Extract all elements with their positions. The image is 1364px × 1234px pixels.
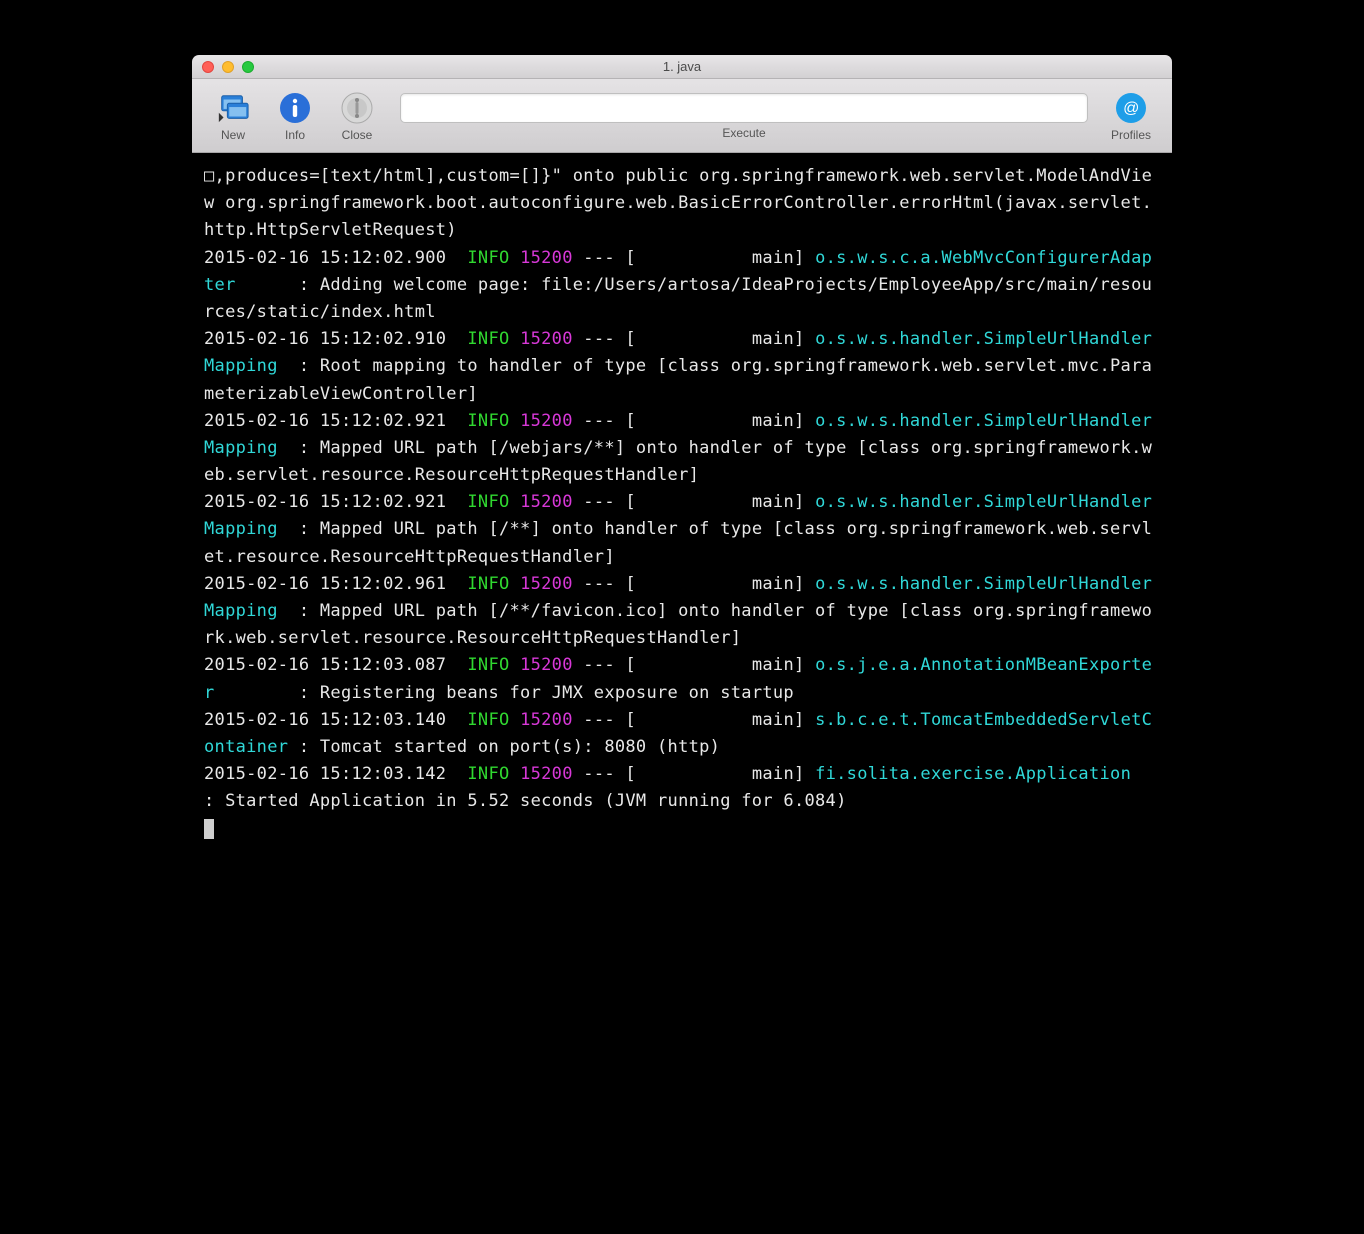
titlebar[interactable]: 1. java [192,55,1172,79]
log-fragment [510,710,521,730]
log-fragment: INFO [467,710,509,730]
traffic-lights [202,61,254,73]
window-maximize-button[interactable] [242,61,254,73]
log-fragment: --- [ main] [573,411,815,431]
log-fragment: : Mapped URL path [/**] onto handler of … [204,519,1152,566]
window-close-button[interactable] [202,61,214,73]
execute-label: Execute [400,126,1088,140]
log-fragment [510,764,521,784]
window-minimize-button[interactable] [222,61,234,73]
log-fragment: □,produces=[text/html],custom=[]}" onto … [204,166,1152,240]
log-fragment [510,492,521,512]
log-fragment: INFO [467,248,509,268]
profiles-button[interactable]: @ Profiles [1104,91,1158,142]
log-fragment [510,411,521,431]
log-fragment [510,655,521,675]
log-fragment: 15200 [520,710,573,730]
log-fragment: : Registering beans for JMX exposure on … [288,683,794,703]
info-icon [278,91,312,125]
log-fragment: 2015-02-16 15:12:02.910 [204,329,467,349]
info-button[interactable]: Info [268,91,322,142]
log-fragment: : Root mapping to handler of type [class… [204,356,1152,403]
log-fragment: --- [ main] [573,248,815,268]
log-fragment: 2015-02-16 15:12:03.087 [204,655,467,675]
log-fragment: INFO [467,764,509,784]
log-fragment: : Adding welcome page: file:/Users/artos… [204,275,1152,322]
log-fragment: INFO [467,411,509,431]
new-label: New [221,128,245,142]
log-fragment: 15200 [520,655,573,675]
toolbar: New Info Close [192,79,1172,153]
profiles-label: Profiles [1111,128,1151,142]
log-fragment: 2015-02-16 15:12:02.921 [204,492,467,512]
log-fragment: 2015-02-16 15:12:03.142 [204,764,467,784]
log-fragment: 2015-02-16 15:12:02.961 [204,574,467,594]
terminal-window: 1. java New I [192,55,1172,923]
terminal-output[interactable]: □,produces=[text/html],custom=[]}" onto … [192,153,1172,923]
log-fragment: 15200 [520,248,573,268]
log-fragment: fi.solita.exercise.Application [815,764,1172,784]
log-fragment: INFO [467,655,509,675]
log-fragment: --- [ main] [573,710,815,730]
new-window-icon [216,91,250,125]
log-fragment: 2015-02-16 15:12:02.921 [204,411,467,431]
log-fragment [510,248,521,268]
log-fragment: 15200 [520,411,573,431]
log-fragment: 2015-02-16 15:12:02.900 [204,248,467,268]
log-fragment [510,574,521,594]
log-fragment: 2015-02-16 15:12:03.140 [204,710,467,730]
terminal-cursor [204,819,214,839]
log-fragment: 15200 [520,492,573,512]
info-label: Info [285,128,305,142]
close-label: Close [342,128,373,142]
log-fragment: INFO [467,574,509,594]
log-fragment: INFO [467,329,509,349]
execute-input[interactable] [400,93,1088,123]
log-fragment: INFO [467,492,509,512]
log-fragment: 15200 [520,574,573,594]
new-button[interactable]: New [206,91,260,142]
log-fragment: --- [ main] [573,764,815,784]
log-fragment: : Mapped URL path [/webjars/**] onto han… [204,438,1152,485]
log-fragment: 15200 [520,329,573,349]
log-fragment: --- [ main] [573,574,815,594]
close-icon [340,91,374,125]
close-button[interactable]: Close [330,91,384,142]
execute-group: Execute [400,93,1088,140]
log-fragment: --- [ main] [573,329,815,349]
svg-text:@: @ [1123,100,1139,117]
log-fragment: : Tomcat started on port(s): 8080 (http) [288,737,720,757]
log-fragment: 15200 [520,764,573,784]
log-fragment: --- [ main] [573,492,815,512]
window-title: 1. java [192,59,1172,74]
log-fragment: : Mapped URL path [/**/favicon.ico] onto… [204,601,1152,648]
log-fragment: --- [ main] [573,655,815,675]
profiles-icon: @ [1114,91,1148,125]
log-fragment [510,329,521,349]
